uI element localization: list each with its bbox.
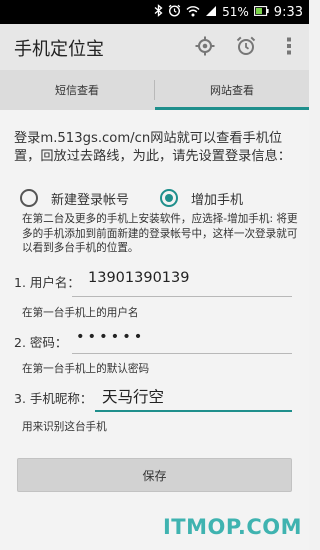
- main-content: 登录m.513gs.com/cn网站就可以查看手机位置，回放过去路线，为此，请先…: [0, 110, 309, 550]
- add-phone-option[interactable]: 增加手机: [160, 186, 243, 210]
- add-phone-label: 增加手机: [191, 192, 244, 208]
- nickname-underline: [95, 410, 292, 412]
- tab-sms-view[interactable]: 短信查看: [0, 70, 154, 110]
- nickname-field[interactable]: 天马行空: [102, 385, 164, 407]
- signal-icon: [205, 5, 217, 20]
- nickname-hint: 用来识别这台手机: [22, 421, 107, 433]
- tab-web-view[interactable]: 网站查看: [155, 70, 309, 110]
- add-phone-note: 在第二台及更多的手机上安装软件，应选择-增加手机: 将更多的手机添加到前面新建的…: [22, 213, 298, 255]
- app-title: 手机定位宝: [14, 39, 104, 60]
- nickname-label: 3. 手机昵称：: [14, 391, 93, 406]
- bluetooth-icon: [154, 4, 163, 20]
- clock: 9:33: [273, 4, 303, 20]
- status-bar: 51% 9:33: [0, 0, 309, 24]
- new-account-label: 新建登录帐号: [51, 192, 130, 208]
- overflow-menu-button[interactable]: [277, 34, 301, 58]
- battery-icon: [253, 5, 269, 19]
- alarm-clock-icon: [236, 36, 256, 55]
- action-bar: 手机定位宝: [0, 24, 309, 70]
- wifi-icon: [186, 5, 200, 20]
- username-field[interactable]: 13901390139: [88, 270, 189, 286]
- alarm-icon: [168, 4, 181, 20]
- password-field[interactable]: ••••••: [76, 329, 145, 345]
- status-icons: 51% 9:33: [154, 3, 303, 21]
- locate-button[interactable]: [193, 34, 217, 58]
- crosshair-icon: [195, 36, 215, 56]
- intro-text: 登录m.513gs.com/cn网站就可以查看手机位置，回放过去路线，为此，请先…: [14, 131, 291, 164]
- password-label: 2. 密码：: [14, 335, 68, 350]
- add-phone-radio[interactable]: [160, 189, 178, 207]
- tab-bar: 短信查看 网站查看: [0, 70, 309, 110]
- username-hint: 在第一台手机上的用户名: [22, 307, 139, 319]
- battery-percent: 51%: [222, 5, 249, 19]
- password-underline: [72, 353, 292, 354]
- save-button[interactable]: 保存: [17, 458, 292, 492]
- new-account-option[interactable]: 新建登录帐号: [20, 186, 129, 210]
- site-watermark: ITMOP.COM: [162, 515, 302, 539]
- username-label: 1. 用户名：: [14, 275, 80, 290]
- username-underline: [72, 296, 292, 297]
- alarm-button[interactable]: [234, 34, 258, 58]
- new-account-radio[interactable]: [20, 189, 38, 207]
- password-hint: 在第一台手机上的默认密码: [22, 363, 150, 375]
- more-vertical-icon: [287, 37, 291, 55]
